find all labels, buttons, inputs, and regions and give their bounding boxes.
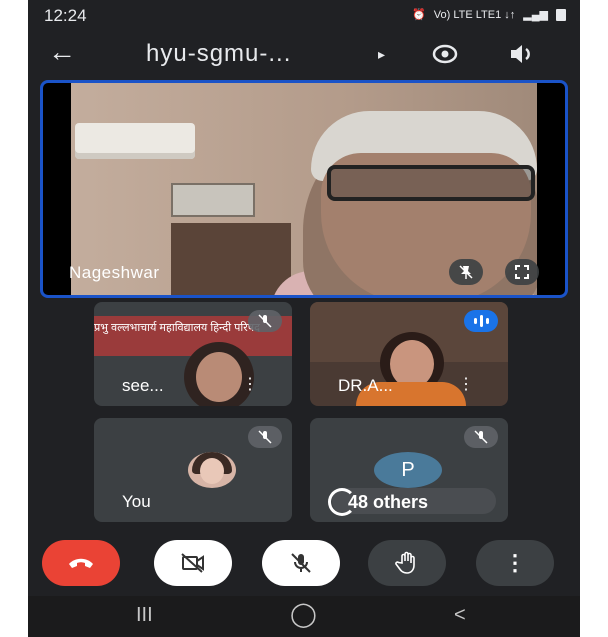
participant-name: see... [122,376,164,395]
network-label: Vo) LTE LTE1 ↓↑ [433,8,516,21]
meeting-toolbar: ← hyu-sgmu-... ▸ [28,30,580,78]
more-options-icon[interactable]: ⋮ [458,374,474,394]
participant-tile[interactable]: DR.A... ⋮ [310,302,508,406]
home-button[interactable]: ◯ [290,600,317,629]
switch-camera-icon[interactable] [430,40,460,68]
participant-name: You [122,492,151,511]
signal-icon: ▂▄▆ [523,9,548,21]
status-time: 12:24 [44,6,87,25]
speaker-icon[interactable] [506,40,536,68]
more-options-button[interactable]: ⋮ [476,540,554,586]
mic-off-icon [464,426,498,448]
mic-off-icon [248,426,282,448]
unpin-icon[interactable] [449,259,483,285]
air-conditioner [75,123,195,159]
speaking-indicator-icon [464,310,498,332]
caret-right-icon[interactable]: ▸ [378,46,385,63]
mic-toggle-button[interactable] [262,540,340,586]
end-call-icon [69,558,93,568]
raise-hand-icon [395,551,415,574]
fullscreen-icon[interactable] [505,259,539,285]
end-call-button[interactable] [42,540,120,586]
alarm-icon: ⏰ [412,9,426,21]
mic-off-icon [291,553,311,573]
main-participant-tile[interactable]: Nageshwar [40,80,568,298]
participant-tile[interactable]: प्रभु वल्लभाचार्य महाविद्यालय हिन्दी परि… [94,302,292,406]
meet-app-screen: 12:24 ⏰ Vo) LTE LTE1 ↓↑ ▂▄▆ ← hyu-sgmu-.… [28,0,580,637]
camera-off-icon [181,553,204,573]
others-count: 48 others [348,492,429,512]
meeting-title[interactable]: hyu-sgmu-... [146,40,291,68]
back-button[interactable]: < [454,604,466,627]
recents-button[interactable]: III [136,604,153,627]
status-icons: ⏰ Vo) LTE LTE1 ↓↑ ▂▄▆ [412,8,566,21]
participant-name: Nageshwar [69,263,160,282]
battery-icon [556,8,566,21]
mic-off-icon [248,310,282,332]
call-controls: ⋮ [28,536,580,596]
raise-hand-button[interactable] [368,540,446,586]
more-options-icon[interactable]: ⋮ [242,374,258,394]
arrow-back-icon[interactable]: ← [48,38,82,68]
camera-toggle-button[interactable] [154,540,232,586]
avatar [188,452,236,488]
avatar: P [374,452,442,488]
participant-name: DR.A... [338,376,393,395]
status-bar: 12:24 ⏰ Vo) LTE LTE1 ↓↑ ▂▄▆ [28,0,580,30]
others-tile[interactable]: P 48 others [310,418,508,522]
system-nav-bar: III ◯ < [28,596,580,637]
self-tile[interactable]: You [94,418,292,522]
